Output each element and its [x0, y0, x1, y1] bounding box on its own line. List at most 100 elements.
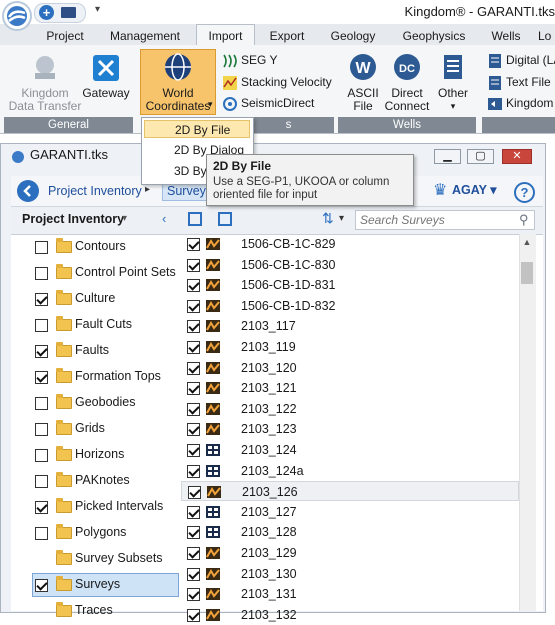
survey-row[interactable]: 2103_127: [181, 502, 519, 522]
inventory-item[interactable]: Horizons: [11, 443, 181, 469]
survey-row[interactable]: 2103_129: [181, 543, 519, 563]
survey-row[interactable]: 2103_132: [181, 605, 519, 625]
survey-row[interactable]: 2103_122: [181, 399, 519, 419]
inventory-item[interactable]: Fault Cuts: [11, 313, 181, 339]
survey-row[interactable]: 2103_120: [181, 358, 519, 378]
tab-geology[interactable]: Geology: [322, 27, 384, 45]
survey-checkbox[interactable]: [187, 505, 200, 519]
survey-row[interactable]: 2103_117: [181, 316, 519, 336]
survey-checkbox[interactable]: [187, 279, 200, 293]
search-icon[interactable]: ⚲: [519, 212, 529, 228]
restore-button[interactable]: ▢: [467, 149, 494, 164]
inventory-item[interactable]: Culture: [11, 287, 181, 313]
inventory-item[interactable]: Grids: [11, 417, 181, 443]
chevron-down-icon[interactable]: ▾: [122, 213, 127, 224]
inventory-item[interactable]: Survey Subsets: [11, 547, 181, 573]
gateway-button[interactable]: Gateway: [82, 52, 130, 100]
stacking-velocity-button[interactable]: Stacking Velocity: [222, 73, 332, 92]
survey-checkbox[interactable]: [187, 320, 200, 334]
survey-row[interactable]: 2103_130: [181, 564, 519, 584]
sort-icon[interactable]: ⇅: [322, 210, 334, 227]
close-button[interactable]: ✕: [502, 149, 532, 164]
user-menu-button[interactable]: AGAY ▾: [452, 182, 497, 197]
inventory-item[interactable]: Control Point Sets: [11, 261, 181, 287]
survey-checkbox[interactable]: [187, 444, 200, 457]
survey-row[interactable]: 2103_131: [181, 584, 519, 604]
survey-row[interactable]: 2103_124: [181, 440, 519, 460]
tab-geophysics[interactable]: Geophysics: [395, 27, 473, 45]
survey-checkbox[interactable]: [187, 238, 200, 251]
tab-management[interactable]: Management: [104, 27, 186, 45]
chevron-down-icon[interactable]: ▾: [95, 4, 100, 15]
back-button[interactable]: [17, 180, 39, 202]
survey-checkbox[interactable]: [187, 258, 200, 272]
search-input[interactable]: [360, 213, 510, 227]
survey-checkbox[interactable]: [187, 341, 200, 354]
survey-checkbox[interactable]: [187, 423, 200, 437]
kingdom-data-transfer-button[interactable]: Kingdom Data Transfer: [8, 52, 82, 113]
breadcrumb-project-inventory[interactable]: Project Inventory: [48, 184, 142, 198]
survey-row[interactable]: 1506-CB-1D-832: [181, 296, 519, 316]
tab-wells[interactable]: Wells: [482, 27, 530, 45]
survey-row[interactable]: 2103_124a: [181, 461, 519, 481]
inventory-checkbox[interactable]: [35, 397, 48, 410]
inventory-checkbox[interactable]: [35, 527, 48, 540]
folder-open-icon[interactable]: [61, 7, 76, 18]
copy-icon[interactable]: [218, 212, 232, 226]
survey-row[interactable]: 2103_121: [181, 378, 519, 398]
collapse-panel-icon[interactable]: ‹: [162, 211, 166, 226]
survey-checkbox[interactable]: [187, 402, 200, 416]
text-file-button[interactable]: Text File: [487, 73, 551, 92]
inventory-checkbox[interactable]: [35, 579, 48, 592]
survey-row[interactable]: 2103_126: [181, 481, 519, 502]
project-inventory-label[interactable]: Project Inventory: [22, 212, 124, 226]
inventory-checkbox[interactable]: [35, 371, 48, 384]
tab-export[interactable]: Export: [262, 27, 312, 45]
scroll-thumb[interactable]: [521, 262, 533, 284]
survey-checkbox[interactable]: [187, 299, 200, 313]
survey-row[interactable]: 2103_119: [181, 337, 519, 357]
digital-las-button[interactable]: Digital (LA: [487, 51, 555, 70]
survey-checkbox[interactable]: [187, 464, 200, 478]
survey-row[interactable]: 1506-CB-1C-830: [181, 255, 519, 275]
scrollbar[interactable]: [519, 234, 536, 611]
inventory-checkbox[interactable]: [35, 501, 48, 514]
inventory-checkbox[interactable]: [35, 449, 48, 462]
inventory-item[interactable]: Formation Tops: [11, 365, 181, 391]
tab-project[interactable]: Project: [36, 27, 94, 45]
tab-log[interactable]: Lo: [538, 27, 555, 45]
inventory-checkbox[interactable]: [35, 345, 48, 358]
inventory-item[interactable]: Polygons: [11, 521, 181, 547]
survey-row[interactable]: 2103_123: [181, 419, 519, 439]
menu-item-2d-by-file[interactable]: 2D By File: [144, 120, 250, 138]
seismicdirect-button[interactable]: SeismicDirect: [222, 94, 314, 113]
app-logo-icon[interactable]: [2, 1, 32, 31]
survey-row[interactable]: 2103_128: [181, 522, 519, 542]
direct-connect-button[interactable]: DC Direct Connect: [384, 52, 430, 113]
select-all-icon[interactable]: [188, 212, 202, 226]
survey-checkbox[interactable]: [187, 547, 200, 560]
survey-checkbox[interactable]: [187, 382, 200, 396]
survey-row[interactable]: 1506-CB-1C-829: [181, 234, 519, 254]
seg-y-button[interactable]: SEG Y: [222, 51, 277, 70]
inventory-checkbox[interactable]: [35, 241, 48, 254]
plus-circle-icon[interactable]: +: [39, 5, 54, 20]
survey-checkbox[interactable]: [188, 486, 201, 500]
inventory-checkbox[interactable]: [35, 475, 48, 488]
survey-checkbox[interactable]: [187, 526, 200, 540]
survey-checkbox[interactable]: [187, 567, 200, 581]
survey-checkbox[interactable]: [187, 361, 200, 375]
inventory-item[interactable]: Picked Intervals: [11, 495, 181, 521]
inventory-item[interactable]: PAKnotes: [11, 469, 181, 495]
inventory-checkbox[interactable]: [35, 293, 48, 306]
other-button[interactable]: Other ▾: [434, 52, 472, 113]
inventory-checkbox[interactable]: [35, 319, 48, 332]
chevron-down-icon[interactable]: ▾: [339, 213, 344, 224]
minimize-button[interactable]: ▁: [434, 149, 461, 164]
scroll-up-icon[interactable]: ▲: [519, 234, 535, 250]
survey-row[interactable]: 1506-CB-1D-831: [181, 275, 519, 295]
inventory-item[interactable]: Faults: [11, 339, 181, 365]
kingdom-import-button[interactable]: Kingdom: [487, 94, 553, 113]
inventory-item[interactable]: Traces: [11, 599, 181, 625]
inventory-item[interactable]: Surveys: [11, 573, 181, 599]
